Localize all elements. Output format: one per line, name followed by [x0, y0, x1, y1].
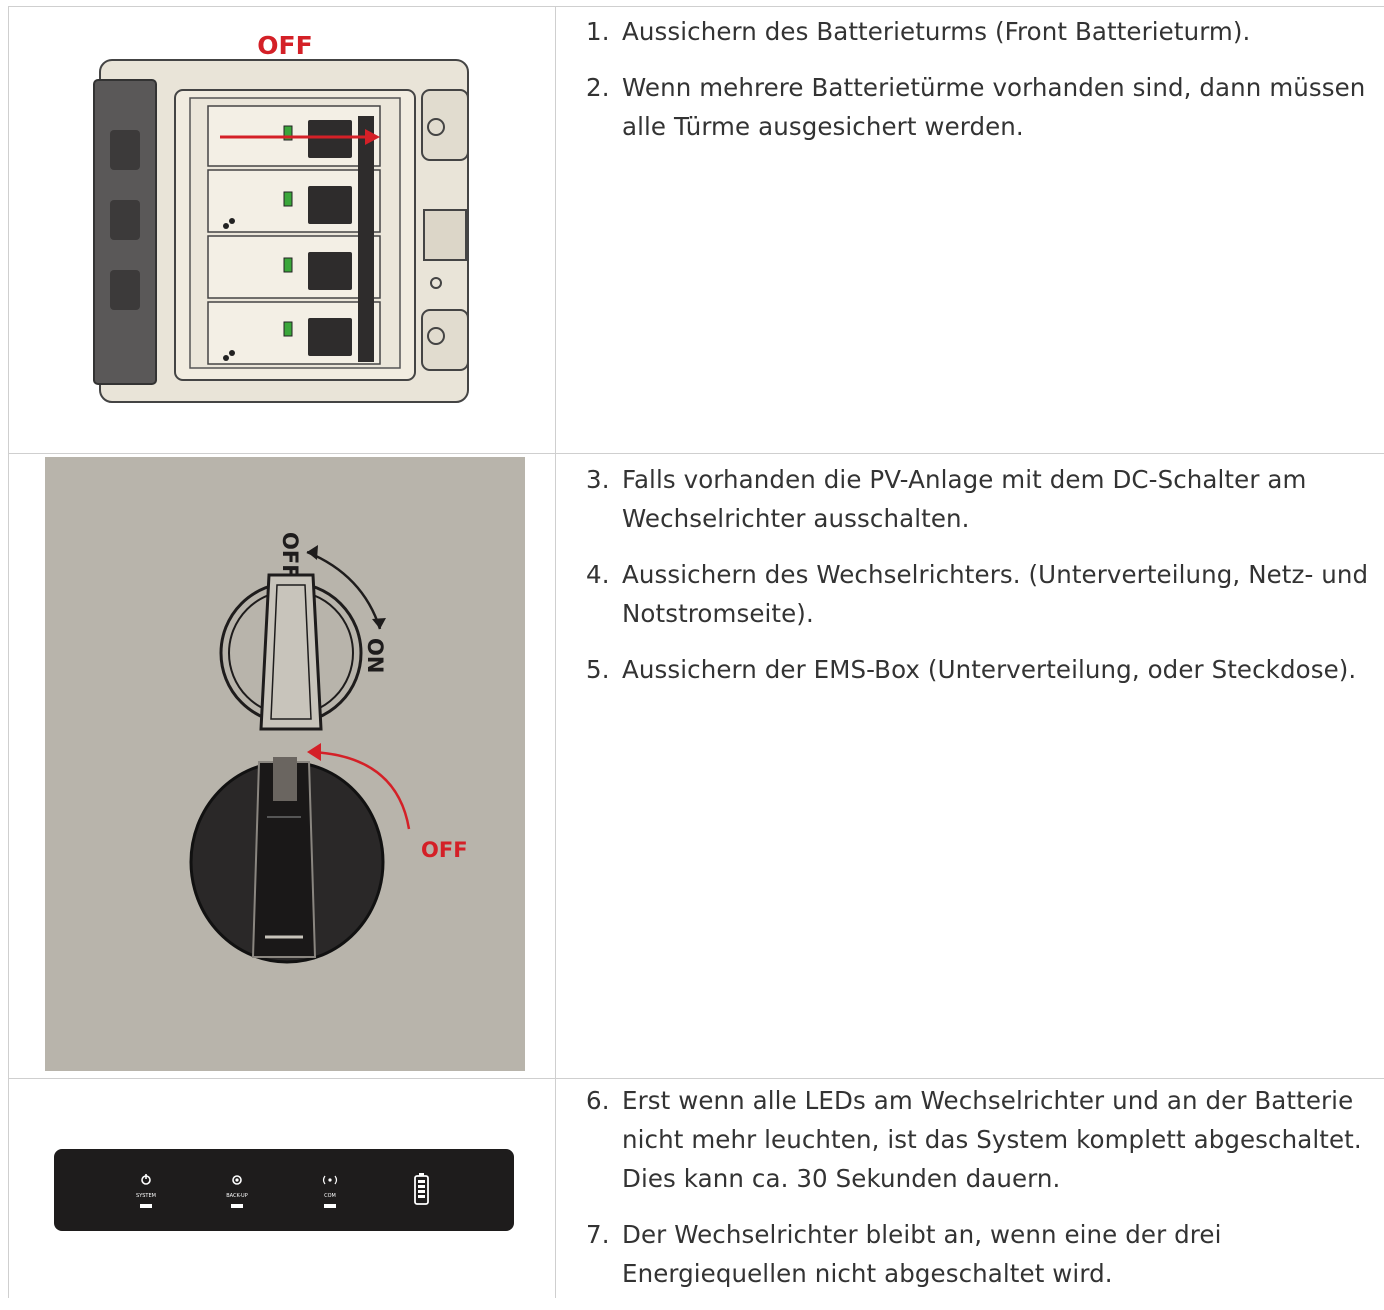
step-list-3: 6. Erst wenn alle LEDs am Wechselrichter … — [586, 1081, 1376, 1310]
off-label-rotated: OFF — [278, 532, 302, 579]
battery-fuse-box-illustration: OFF — [80, 20, 490, 440]
table-border-top — [8, 6, 1384, 7]
column-divider — [555, 6, 556, 1298]
list-item: 1. Aussichern des Batterieturms (Front Ba… — [586, 17, 1251, 46]
dc-switch-illustration: OFF ON OFF — [45, 457, 525, 1071]
off-label-red: OFF — [421, 838, 468, 862]
led-backup-label: BACK-UP — [226, 1193, 248, 1199]
led-system-label: SYSTEM — [136, 1193, 156, 1199]
led-com-label: COM — [324, 1193, 336, 1199]
led-panel-illustration: SYSTEM BACK-UP COM — [54, 1149, 514, 1231]
row-divider-1 — [8, 453, 1384, 454]
row-divider-2 — [8, 1078, 1384, 1079]
step-list-2: 3. Falls vorhanden die PV-Anlage mit dem … — [586, 460, 1376, 706]
list-item: 6. Erst wenn alle LEDs am Wechselrichter … — [586, 1086, 1362, 1193]
list-item: 3. Falls vorhanden die PV-Anlage mit dem … — [586, 465, 1307, 533]
list-item: 4. Aussichern des Wechselrichters. (Unter… — [586, 560, 1369, 628]
list-item: 7. Der Wechselrichter bleibt an, wenn ein… — [586, 1220, 1222, 1288]
list-item: 2. Wenn mehrere Batterietürme vorhanden s… — [586, 73, 1366, 141]
off-label-top: OFF — [257, 31, 312, 60]
list-item: 5. Aussichern der EMS-Box (Unterverteilun… — [586, 655, 1357, 684]
table-border-left — [8, 6, 9, 1298]
on-label-rotated: ON — [363, 638, 387, 673]
step-list-1: 1. Aussichern des Batterieturms (Front Ba… — [586, 12, 1376, 163]
